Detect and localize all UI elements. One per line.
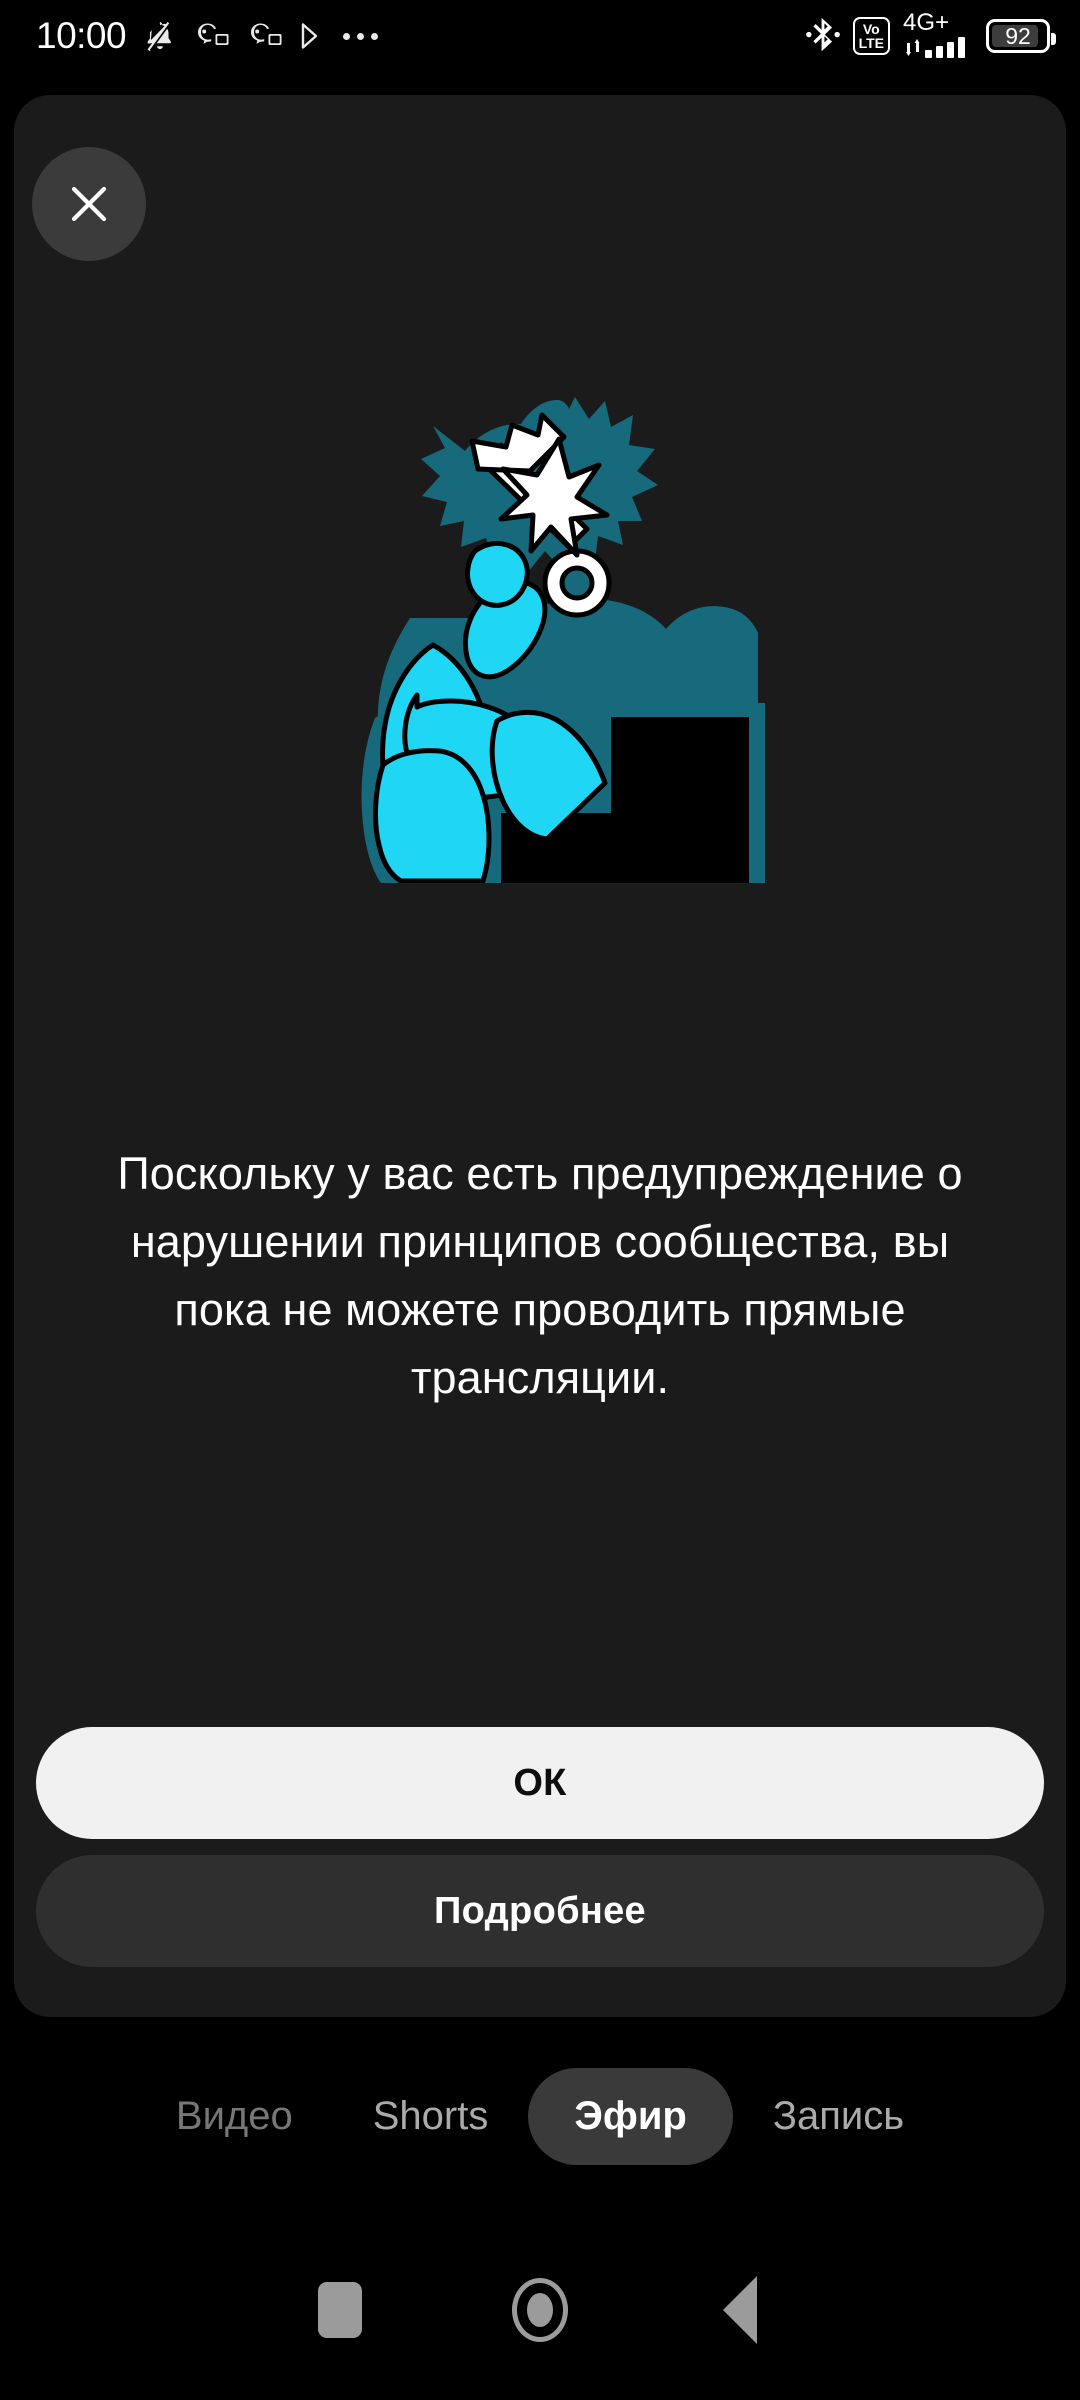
ok-button[interactable]: ОК — [36, 1727, 1044, 1839]
tab-live-label: Эфир — [574, 2093, 687, 2138]
battery-level-text: 92 — [1005, 22, 1031, 49]
nav-recents-button[interactable] — [240, 2282, 440, 2338]
close-button[interactable] — [32, 147, 146, 261]
status-bar-right: Vo LTE 4G+ 92 — [805, 9, 1056, 60]
phone-screen: 10:00 Vo LTE 4G+ 92 Поскольку у вас есть… — [0, 0, 1080, 2400]
android-navigation-bar — [0, 2220, 1080, 2400]
discord-icon — [198, 23, 229, 45]
close-icon — [71, 186, 107, 222]
tab-video[interactable]: Видео — [136, 2070, 333, 2163]
status-bar-left: 10:00 — [36, 15, 379, 57]
thinking-person-with-key-illustration — [361, 397, 765, 883]
signal-icon — [906, 37, 965, 58]
play-triangle-icon — [301, 23, 318, 49]
battery-icon: 92 — [986, 19, 1056, 53]
nav-back-button[interactable] — [640, 2276, 840, 2344]
volte-icon: Vo LTE — [852, 17, 890, 55]
status-bar: 10:00 Vo LTE 4G+ 92 — [0, 0, 1080, 72]
status-clock: 10:00 — [36, 15, 127, 56]
bell-muted-icon — [147, 22, 172, 52]
illustration-container — [14, 373, 1066, 883]
network-indicator: 4G+ — [903, 9, 975, 60]
dialog-message: Поскольку у вас есть предупреждение о на… — [117, 1148, 963, 1403]
tab-video-label: Видео — [175, 2093, 293, 2138]
network-label: 4G+ — [903, 9, 950, 36]
volte-bottom: LTE — [858, 35, 884, 51]
tab-record[interactable]: Запись — [733, 2070, 944, 2163]
nav-home-button[interactable] — [440, 2278, 640, 2342]
tab-live[interactable]: Эфир — [528, 2067, 733, 2165]
tab-record-label: Запись — [772, 2093, 905, 2138]
learn-more-button[interactable]: Подробнее — [36, 1855, 1044, 1967]
discord-icon — [251, 23, 282, 45]
capture-mode-tabbar: Видео Shorts Эфир Запись — [0, 2056, 1080, 2176]
back-triangle-icon — [723, 2276, 757, 2344]
ok-button-label: ОК — [513, 1761, 567, 1804]
tab-shorts-label: Shorts — [372, 2093, 489, 2138]
tab-shorts[interactable]: Shorts — [333, 2070, 529, 2163]
more-dots-icon — [343, 32, 379, 40]
recents-square-icon — [318, 2282, 362, 2338]
home-circle-icon — [512, 2278, 568, 2342]
live-restriction-dialog: Поскольку у вас есть предупреждение о на… — [14, 95, 1066, 2017]
volte-top: Vo — [862, 21, 880, 37]
learn-more-button-label: Подробнее — [434, 1889, 646, 1932]
bluetooth-icon — [805, 17, 840, 52]
